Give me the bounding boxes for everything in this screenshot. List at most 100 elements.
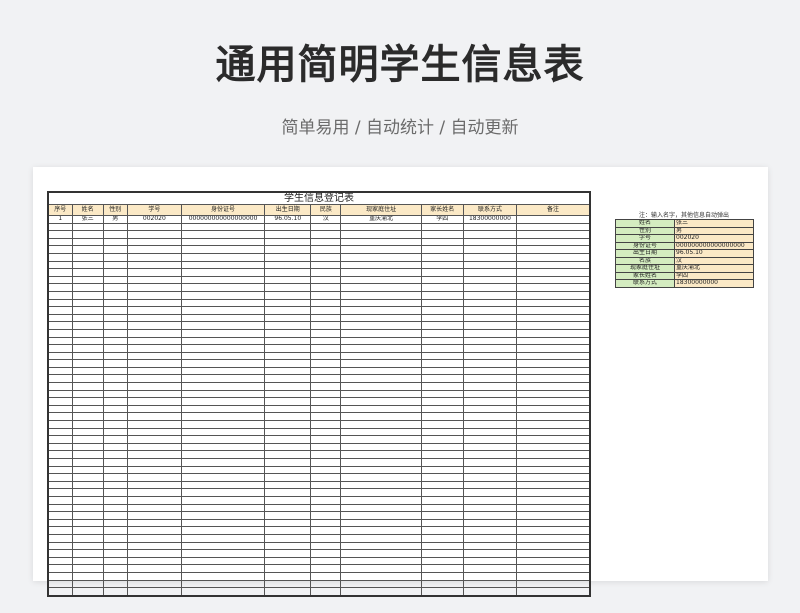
table-cell[interactable] [71,526,104,535]
table-cell[interactable] [310,298,342,308]
table-cell[interactable] [340,382,422,391]
table-cell[interactable] [126,275,182,285]
table-cell[interactable] [516,275,591,285]
table-cell[interactable] [102,435,128,444]
table-cell[interactable] [264,465,312,475]
table-cell[interactable] [420,374,464,384]
table-cell[interactable] [264,374,312,384]
column-header[interactable]: 联系方式 [462,204,518,216]
table-cell[interactable] [180,435,266,444]
table-cell[interactable] [71,351,104,361]
table-cell[interactable] [180,503,266,513]
table-cell[interactable] [126,389,182,399]
table-cell[interactable] [462,473,518,482]
table-cell[interactable] [310,541,342,551]
table-cell[interactable] [102,526,128,535]
table-cell[interactable] [462,587,518,597]
table-cell[interactable] [462,458,518,467]
table-cell[interactable] [420,495,464,505]
table-cell[interactable] [126,412,182,422]
table-cell[interactable] [71,268,104,277]
table-cell[interactable] [420,336,464,346]
table-cell[interactable] [516,587,591,597]
table-cell[interactable] [71,366,104,376]
table-cell[interactable] [516,564,591,573]
table-cell[interactable] [340,427,422,437]
table-cell[interactable] [310,336,342,346]
table-cell[interactable] [340,450,422,459]
table-cell[interactable] [462,306,518,315]
table-cell[interactable] [310,290,342,300]
table-cell[interactable] [102,420,128,429]
table-cell[interactable] [420,268,464,277]
table-cell[interactable] [340,328,422,338]
table-cell[interactable] [47,549,73,558]
table-cell[interactable] [340,366,422,376]
table-cell[interactable] [516,382,591,391]
table-cell[interactable] [340,290,422,300]
table-cell[interactable] [180,458,266,467]
table-cell[interactable] [340,389,422,399]
table-cell[interactable] [71,404,104,414]
table-cell[interactable] [340,374,422,384]
table-cell[interactable]: 重庆渝北 [340,215,422,224]
table-cell[interactable] [126,344,182,353]
table-cell[interactable] [180,397,266,406]
table-cell[interactable] [102,389,128,399]
table-cell[interactable] [47,290,73,300]
table-cell[interactable] [516,571,591,581]
table-cell[interactable] [264,222,312,232]
table-cell[interactable] [264,473,312,482]
table-cell[interactable] [340,404,422,414]
table-cell[interactable] [71,290,104,300]
table-cell[interactable] [516,328,591,338]
table-cell[interactable] [71,458,104,467]
table-cell[interactable] [126,245,182,254]
table-cell[interactable] [462,275,518,285]
table-cell[interactable] [102,321,128,330]
table-cell[interactable] [462,488,518,497]
table-cell[interactable] [47,518,73,528]
table-cell[interactable] [310,533,342,543]
table-cell[interactable] [420,503,464,513]
table-cell[interactable] [310,503,342,513]
lookup-value[interactable]: 汉 [674,256,754,265]
table-cell[interactable] [516,374,591,384]
table-cell[interactable] [126,435,182,444]
table-cell[interactable] [126,480,182,490]
table-cell[interactable] [340,587,422,597]
table-cell[interactable] [462,374,518,384]
table-cell[interactable] [310,571,342,581]
table-cell[interactable] [102,336,128,346]
table-cell[interactable] [516,268,591,277]
table-cell[interactable] [310,237,342,247]
table-cell[interactable] [180,252,266,262]
lookup-value[interactable]: 重庆渝北 [674,264,754,273]
table-cell[interactable] [340,511,422,520]
column-header[interactable]: 序号 [47,204,73,216]
column-header[interactable]: 家长姓名 [420,204,464,216]
table-cell[interactable] [340,397,422,406]
table-cell[interactable] [310,480,342,490]
table-cell[interactable]: 汉 [310,215,342,224]
table-cell[interactable] [180,480,266,490]
table-cell[interactable] [102,252,128,262]
table-cell[interactable] [102,397,128,406]
table-cell[interactable] [462,298,518,308]
table-cell[interactable] [102,571,128,581]
table-cell[interactable] [71,473,104,482]
table-cell[interactable] [47,351,73,361]
table-cell[interactable] [71,503,104,513]
table-cell[interactable] [516,252,591,262]
table-cell[interactable] [420,237,464,247]
table-cell[interactable] [462,260,518,270]
table-cell[interactable] [102,495,128,505]
table-cell[interactable] [102,427,128,437]
table-cell[interactable] [462,579,518,589]
table-cell[interactable] [71,480,104,490]
table-cell[interactable] [340,549,422,558]
table-cell[interactable] [462,321,518,330]
table-cell[interactable] [126,488,182,497]
table-cell[interactable] [126,230,182,239]
table-cell[interactable] [516,359,591,368]
